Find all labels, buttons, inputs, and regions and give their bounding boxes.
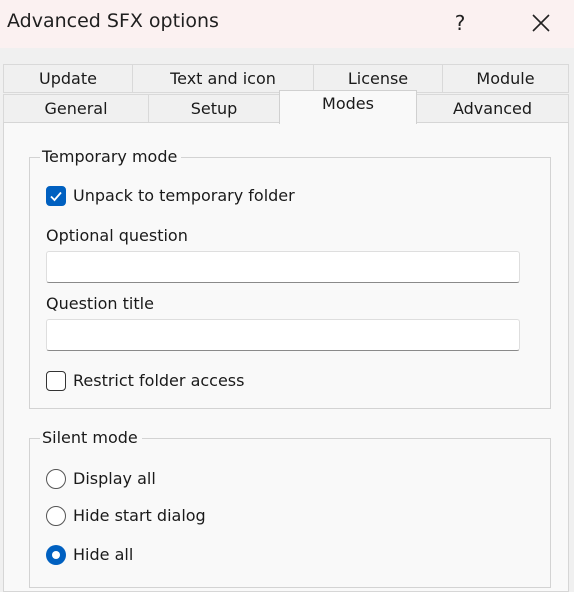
optional-question-label: Optional question — [46, 226, 188, 245]
temporary-mode-group: Temporary mode Unpack to temporary folde… — [29, 147, 551, 409]
temporary-mode-legend: Temporary mode — [40, 147, 182, 167]
silent-mode-legend: Silent mode — [40, 428, 142, 448]
tab-update[interactable]: Update — [3, 64, 133, 93]
unpack-temp-checkbox[interactable] — [46, 186, 66, 206]
display-all-label[interactable]: Display all — [73, 469, 156, 489]
question-mark-icon: ? — [454, 11, 466, 35]
unpack-temp-label[interactable]: Unpack to temporary folder — [73, 186, 295, 206]
checkmark-icon — [50, 191, 62, 202]
restrict-folder-label[interactable]: Restrict folder access — [73, 371, 244, 391]
optional-question-field[interactable] — [46, 251, 520, 283]
question-title-input[interactable] — [47, 320, 519, 350]
tab-setup[interactable]: Setup — [148, 94, 280, 123]
optional-question-input[interactable] — [47, 252, 519, 282]
hide-start-dialog-radio[interactable] — [46, 506, 66, 526]
question-title-field[interactable] — [46, 319, 520, 351]
close-icon — [532, 14, 550, 32]
tab-module[interactable]: Module — [442, 64, 569, 93]
tab-modes[interactable]: Modes — [279, 90, 417, 124]
hide-start-dialog-label[interactable]: Hide start dialog — [73, 506, 206, 526]
help-button[interactable]: ? — [437, 0, 483, 46]
title-bar: Advanced SFX options ? — [0, 0, 574, 48]
tab-license[interactable]: License — [313, 64, 443, 93]
close-button[interactable] — [518, 0, 564, 46]
silent-mode-group: Silent mode Display all Hide start dialo… — [29, 428, 551, 588]
dialog-body: Update Text and icon License Module Gene… — [0, 48, 574, 592]
tab-text-and-icon[interactable]: Text and icon — [132, 64, 314, 93]
modes-panel: Temporary mode Unpack to temporary folde… — [3, 122, 569, 592]
tab-general[interactable]: General — [3, 94, 149, 123]
display-all-radio[interactable] — [46, 469, 66, 489]
tab-advanced[interactable]: Advanced — [416, 94, 569, 123]
hide-all-label[interactable]: Hide all — [73, 545, 133, 565]
hide-all-radio[interactable] — [46, 545, 66, 565]
restrict-folder-checkbox[interactable] — [46, 371, 66, 391]
window-title: Advanced SFX options — [7, 10, 219, 32]
question-title-label: Question title — [46, 294, 154, 313]
